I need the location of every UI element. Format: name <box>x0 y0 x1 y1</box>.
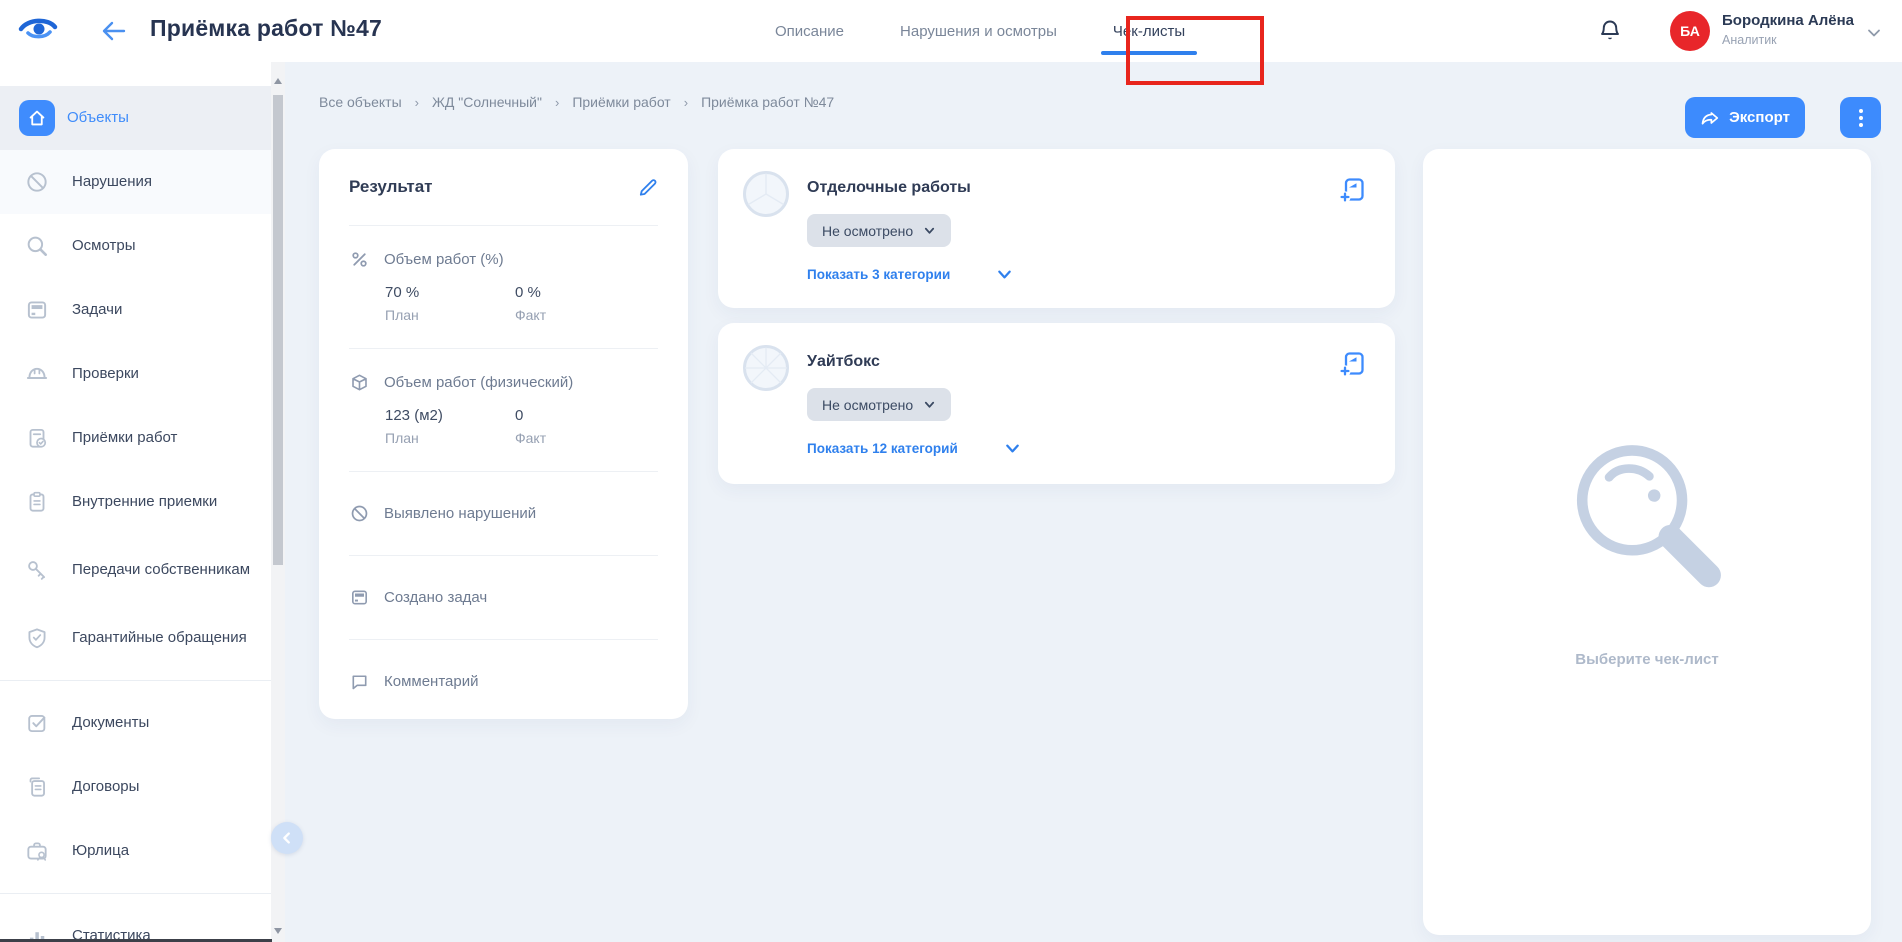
tab-description[interactable]: Описание <box>775 23 844 40</box>
breadcrumb-separator: › <box>684 95 688 110</box>
breadcrumb-acceptances[interactable]: Приёмки работ <box>572 94 670 110</box>
sidebar-item-legal-entities[interactable]: Юрлица <box>0 819 285 883</box>
sidebar-item-contracts[interactable]: Договоры <box>0 755 285 819</box>
add-to-checklist-icon[interactable] <box>1337 349 1367 379</box>
clipboard-check-icon <box>24 425 50 451</box>
back-button[interactable] <box>98 17 128 45</box>
cube-icon <box>349 372 370 393</box>
scroll-down-arrow-icon[interactable] <box>274 928 282 934</box>
no-entry-icon <box>349 503 370 524</box>
export-button[interactable]: Экспорт <box>1685 97 1805 138</box>
show-categories-link[interactable]: Показать 12 категорий <box>807 441 958 456</box>
checklist-avatar-placeholder <box>742 344 790 457</box>
scrollbar-thumb[interactable] <box>273 95 283 565</box>
briefcase-person-icon <box>24 838 50 864</box>
header: Приёмка работ №47 Описание Нарушения и о… <box>0 0 1902 62</box>
sidebar-item-objects[interactable]: Объекты <box>0 86 285 150</box>
comment-icon <box>349 671 370 692</box>
hard-hat-icon <box>24 361 50 387</box>
contract-icon <box>24 774 50 800</box>
checklist-title: Уайтбокс <box>807 353 1021 371</box>
magnifier-illustration-icon <box>1563 437 1731 605</box>
breadcrumb-current[interactable]: Приёмка работ №47 <box>701 94 834 110</box>
more-options-kebab-button[interactable] <box>1840 97 1881 138</box>
fact-value: 0 % <box>515 283 645 303</box>
user-chevron-down-icon[interactable] <box>1866 25 1882 41</box>
fact-label: Факт <box>515 305 645 325</box>
edit-pencil-icon[interactable] <box>637 177 658 198</box>
result-section-volume-physical: Объем работ (физический) 123 (м2) План 0… <box>349 349 658 471</box>
plan-label: План <box>385 305 515 325</box>
status-dropdown[interactable]: Не осмотрено <box>807 388 951 421</box>
key-icon <box>24 557 50 583</box>
sidebar-divider <box>0 680 285 681</box>
sidebar-item-statistics[interactable]: Статистика <box>0 904 285 942</box>
sidebar-item-tasks[interactable]: Задачи <box>0 278 285 342</box>
plan-value: 70 % <box>385 283 515 303</box>
share-arrow-icon <box>1700 108 1720 128</box>
scroll-up-arrow-icon[interactable] <box>274 78 282 84</box>
task-icon <box>349 587 370 608</box>
result-section-volume-percent: Объем работ (%) 70 % План 0 % Факт <box>349 226 658 348</box>
result-card-title: Результат <box>349 177 433 197</box>
magnifier-icon <box>24 233 50 259</box>
sidebar-item-documents[interactable]: Документы <box>0 691 285 755</box>
result-section-comment: Комментарий <box>349 640 658 723</box>
user-menu[interactable]: Бородкина Алёна Аналитик <box>1722 12 1854 48</box>
sidebar-item-internal-acceptances[interactable]: Внутренние приемки <box>0 470 285 534</box>
result-section-tasks: Создано задач <box>349 556 658 639</box>
home-icon <box>19 100 55 136</box>
task-icon <box>24 297 50 323</box>
chevron-down-icon <box>923 398 936 411</box>
checkbox-icon <box>24 710 50 736</box>
sidebar-item-inspections[interactable]: Осмотры <box>0 214 285 278</box>
checklist-avatar-placeholder <box>742 170 790 283</box>
sidebar-item-violations[interactable]: Нарушения <box>0 150 285 214</box>
status-dropdown[interactable]: Не осмотрено <box>807 214 951 247</box>
app-root: Приёмка работ №47 Описание Нарушения и о… <box>0 0 1902 942</box>
checklist-title: Отделочные работы <box>807 179 1013 197</box>
breadcrumb-separator: › <box>555 95 559 110</box>
sidebar-item-checks[interactable]: Проверки <box>0 342 285 406</box>
sidebar-divider <box>0 893 285 894</box>
app-logo-eye-icon[interactable] <box>16 15 60 47</box>
percent-icon <box>349 249 370 270</box>
sidebar-item-warranty-claims[interactable]: Гарантийные обращения <box>0 606 285 670</box>
user-name: Бородкина Алёна <box>1722 12 1854 31</box>
tab-checklists[interactable]: Чек-листы <box>1113 23 1185 40</box>
checklist-detail-panel: Выберите чек-лист <box>1423 149 1871 935</box>
fact-value: 0 <box>515 406 645 426</box>
tab-bar: Описание Нарушения и осмотры Чек-листы <box>775 0 1185 62</box>
result-section-violations: Выявлено нарушений <box>349 472 658 555</box>
breadcrumb-separator: › <box>415 95 419 110</box>
plan-value: 123 (м2) <box>385 406 515 426</box>
result-card: Результат Объем работ (%) 70 % План 0 % <box>319 149 688 719</box>
notifications-bell-icon[interactable] <box>1596 17 1624 45</box>
empty-state-text: Выберите чек-лист <box>1575 651 1718 668</box>
plan-label: План <box>385 428 515 448</box>
page-title: Приёмка работ №47 <box>150 15 382 42</box>
sidebar-item-owner-transfers[interactable]: Передачи собственникам <box>0 534 285 606</box>
breadcrumb: Все объекты › ЖД "Солнечный" › Приёмки р… <box>319 94 834 110</box>
expand-chevron-down-icon[interactable] <box>996 266 1013 283</box>
user-avatar[interactable]: БА <box>1670 11 1710 51</box>
add-to-checklist-icon[interactable] <box>1337 175 1367 205</box>
checklist-card-whitebox[interactable]: Уайтбокс Не осмотрено Показать 12 катего… <box>718 323 1395 484</box>
sidebar-collapse-button[interactable] <box>271 822 303 854</box>
user-role: Аналитик <box>1722 33 1854 49</box>
clipboard-lines-icon <box>24 489 50 515</box>
expand-chevron-down-icon[interactable] <box>1004 440 1021 457</box>
tab-violations-inspections[interactable]: Нарушения и осмотры <box>900 23 1057 40</box>
sidebar: Объекты Нарушения Осмотры Задачи <box>0 62 285 942</box>
breadcrumb-object[interactable]: ЖД "Солнечный" <box>432 94 542 110</box>
fact-label: Факт <box>515 428 645 448</box>
sidebar-scrollbar[interactable] <box>271 62 285 942</box>
sidebar-item-work-acceptances[interactable]: Приёмки работ <box>0 406 285 470</box>
shield-check-icon <box>24 625 50 651</box>
checklist-card-finishing-works[interactable]: Отделочные работы Не осмотрено Показать … <box>718 149 1395 308</box>
chevron-down-icon <box>923 224 936 237</box>
show-categories-link[interactable]: Показать 3 категории <box>807 267 950 282</box>
breadcrumb-all-objects[interactable]: Все объекты <box>319 94 402 110</box>
no-entry-icon <box>24 169 50 195</box>
